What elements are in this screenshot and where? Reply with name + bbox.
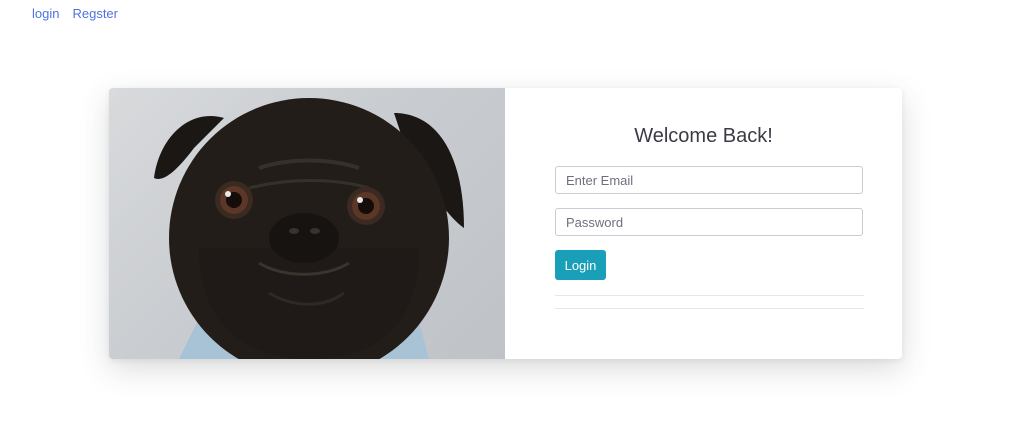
pug-illustration <box>154 98 464 359</box>
register-link[interactable]: Regster <box>72 6 118 21</box>
page-title: Welcome Back! <box>634 125 773 147</box>
pug-image <box>109 88 505 359</box>
divider <box>555 295 864 296</box>
login-card: Welcome Back! Login <box>109 88 902 359</box>
divider <box>555 308 864 309</box>
top-nav: login Regster <box>32 6 118 21</box>
login-button[interactable]: Login <box>555 250 606 280</box>
login-link[interactable]: login <box>32 6 59 21</box>
login-form: Welcome Back! Login <box>505 88 902 359</box>
email-field[interactable] <box>555 166 863 194</box>
password-field[interactable] <box>555 208 863 236</box>
